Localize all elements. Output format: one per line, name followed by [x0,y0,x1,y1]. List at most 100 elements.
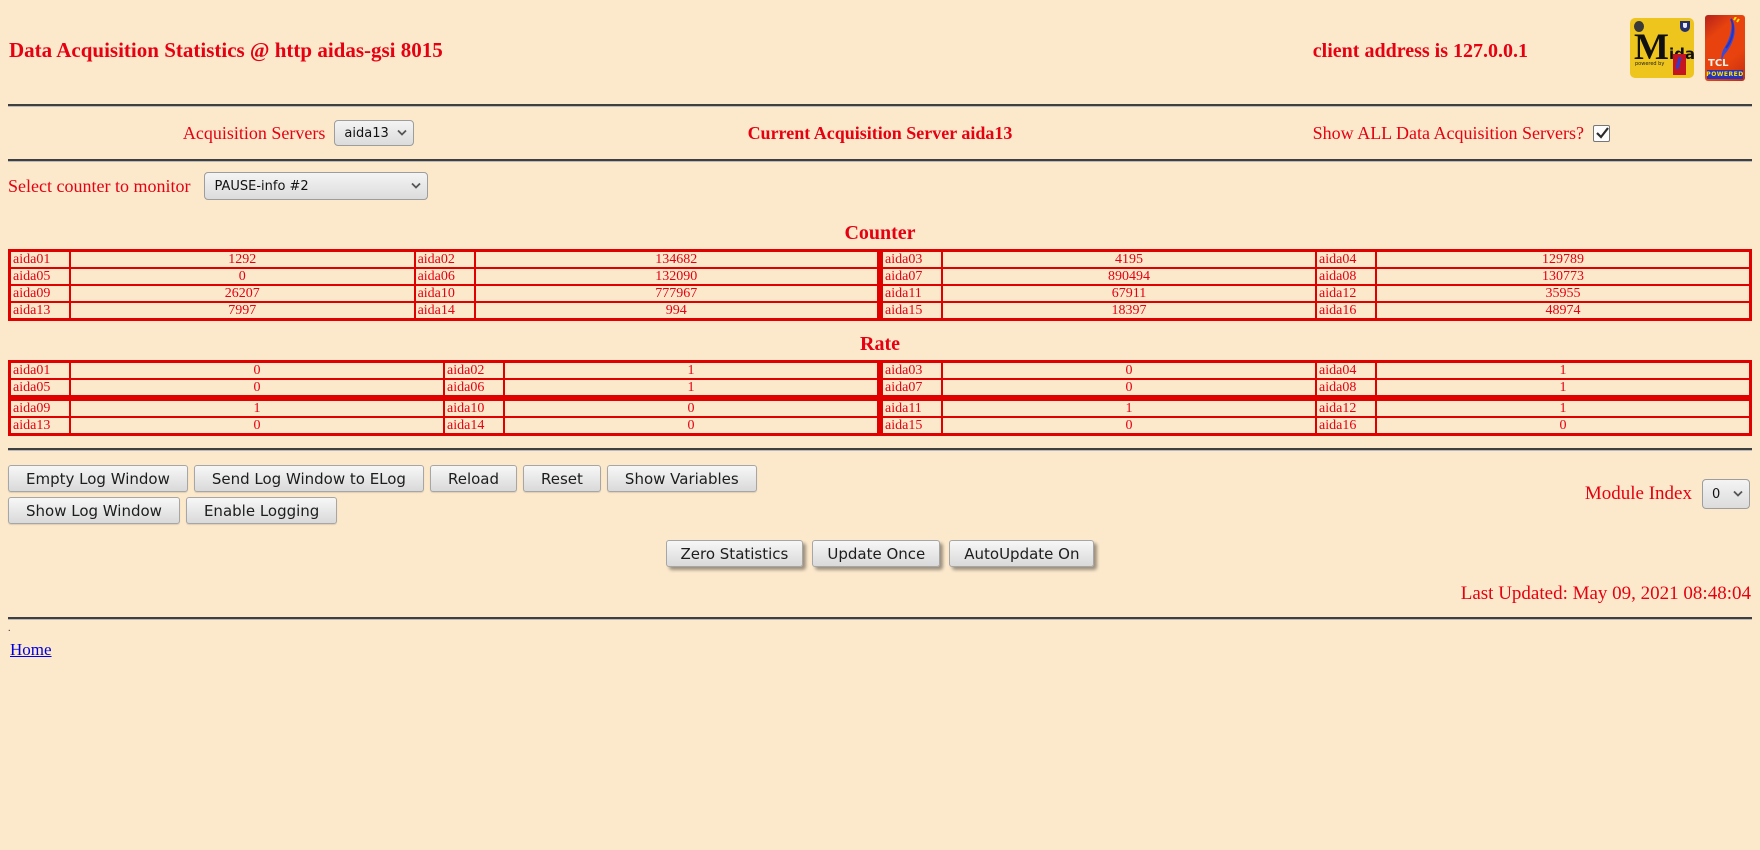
stat-label-cell: aida08 [1316,268,1376,285]
last-updated-text: Last Updated: May 09, 2021 08:48:04 [1460,583,1751,604]
stat-value-cell: 26207 [70,285,415,302]
reset-button[interactable]: Reset [523,465,601,492]
stat-label-cell: aida11 [882,400,942,417]
stat-value-cell: 777967 [474,285,878,302]
table-row: aida15 0 aida16 0 [882,417,1750,434]
stat-label-cell: aida12 [1316,400,1376,417]
stat-label-cell: aida05 [10,268,70,285]
stat-label-cell: aida06 [444,379,504,396]
tcl-powered-bar: POWERED [1706,70,1744,79]
module-index-group: Module Index 0 [1585,479,1750,509]
client-address-text: client address is 127.0.0.1 [1312,40,1528,62]
stat-value-cell: 35955 [1376,285,1750,302]
table-row: aida07 0 aida08 1 [882,379,1750,396]
stat-label-cell: aida01 [10,251,70,268]
table-divider [8,448,1752,451]
server-select-group: Acquisition Servers aida13 [8,120,589,146]
stat-label-cell: aida04 [1316,362,1376,379]
stat-value-cell: 1 [1376,400,1750,417]
empty-log-window-button[interactable]: Empty Log Window [8,465,188,492]
stat-value-cell: 1 [504,379,878,396]
zero-statistics-button[interactable]: Zero Statistics [665,540,804,567]
rate-table-top: aida01 0 aida02 1 aida05 0 aida06 1 aida03 0 aida… [8,360,1752,398]
stat-value-cell: 994 [474,302,878,319]
page-header: Data Acquisition Statistics @ http aidas… [8,8,1752,104]
stat-value-cell: 1 [942,400,1316,417]
table-row: aida09 1 aida10 0 [10,400,878,417]
rate-table-bottom-left: aida09 1 aida10 0 aida13 0 aida14 0 [8,398,880,436]
counter-section-title: Counter [844,222,916,244]
table-row: aida15 18397 aida16 48974 [882,302,1750,319]
stat-label-cell: aida02 [444,362,504,379]
tcl-powered-logo[interactable]: TCL POWERED [1705,15,1745,81]
stat-value-cell: 67911 [942,285,1316,302]
stat-value-cell: 1 [504,362,878,379]
stat-label-cell: aida15 [882,302,942,319]
table-row: aida03 4195 aida04 129789 [882,251,1750,268]
table-row: aida05 0 aida06 1 [10,379,878,396]
table-row: aida03 0 aida04 1 [882,362,1750,379]
footer-dot: . [8,623,11,634]
stat-value-cell: 0 [70,268,415,285]
table-row: aida13 0 aida14 0 [10,417,878,434]
show-variables-button[interactable]: Show Variables [606,465,757,492]
show-log-window-button[interactable]: Show Log Window [8,497,180,524]
stat-label-cell: aida16 [1316,302,1376,319]
stat-value-cell: 0 [70,362,444,379]
enable-logging-button[interactable]: Enable Logging [185,497,338,524]
counter-table: aida01 1292 aida02 134682 aida05 0 aida06 13209… [8,249,1752,321]
stat-label-cell: aida03 [882,362,942,379]
stat-label-cell: aida10 [444,400,504,417]
stat-value-cell: 0 [504,417,878,434]
counter-select-label: Select counter to monitor [8,175,191,196]
counter-table-left: aida01 1292 aida02 134682 aida05 0 aida06 13209… [8,249,880,321]
table-row: aida11 67911 aida12 35955 [882,285,1750,302]
stat-label-cell: aida07 [882,379,942,396]
home-link[interactable]: Home [10,640,52,660]
show-all-checkbox[interactable] [1592,124,1610,142]
stat-value-cell: 129789 [1376,251,1750,268]
stat-value-cell: 890494 [942,268,1316,285]
footer-divider [8,617,1752,620]
stat-label-cell: aida10 [414,285,475,302]
acquisition-servers-label: Acquisition Servers [182,122,326,143]
log-buttons-row-1: Empty Log Window Send Log Window to ELog R… [8,465,1752,492]
table-row: aida05 0 aida06 132090 [10,268,878,285]
stat-value-cell: 134682 [474,251,878,268]
stat-label-cell: aida15 [882,417,942,434]
table-row: aida07 890494 aida08 130773 [882,268,1750,285]
counter-monitor-select[interactable]: PAUSE-info #2 [204,172,429,200]
module-index-select[interactable]: 0 [1702,479,1750,509]
rate-table-bottom: aida09 1 aida10 0 aida13 0 aida14 0 aida11 1 aida… [8,398,1752,436]
table-row: aida01 0 aida02 1 [10,362,878,379]
stat-value-cell: 1292 [70,251,415,268]
page-title: Data Acquisition Statistics @ http aidas… [9,38,443,62]
counter-select-bar: Select counter to monitor PAUSE-info #2 [8,162,1752,210]
stat-value-cell: 18397 [942,302,1316,319]
send-log-window-to-elog-button[interactable]: Send Log Window to ELog [193,465,424,492]
tcl-feather-icon [1721,17,1740,62]
stat-value-cell: 0 [942,379,1316,396]
tcl-logo-text: TCL [1708,58,1729,69]
stat-label-cell: aida03 [882,251,942,268]
module-index-label: Module Index [1584,483,1692,504]
stat-label-cell: aida12 [1316,285,1376,302]
controls-section: Empty Log Window Send Log Window to ELog R… [8,465,1752,524]
log-buttons-row-2: Show Log Window Enable Logging [8,497,1752,524]
rate-section-title: Rate [860,333,900,355]
autoupdate-on-button[interactable]: AutoUpdate On [949,540,1095,567]
statistics-actions-row: Zero Statistics Update Once AutoUpdate On [8,540,1752,567]
stat-value-cell: 7997 [70,302,415,319]
midas-logo[interactable]: Midas powered by [1630,18,1694,78]
stat-value-cell: 0 [942,362,1316,379]
current-server-text: Current Acquisition Server aida13 [747,122,1013,143]
acquisition-server-select[interactable]: aida13 [334,120,415,146]
stat-value-cell: 48974 [1376,302,1750,319]
update-once-button[interactable]: Update Once [812,540,941,567]
stat-label-cell: aida02 [414,251,475,268]
stat-label-cell: aida06 [414,268,475,285]
table-row: aida13 7997 aida14 994 [10,302,878,319]
rate-table-bottom-right: aida11 1 aida12 1 aida15 0 aida16 0 [880,398,1752,436]
reload-button[interactable]: Reload [429,465,518,492]
show-all-label: Show ALL Data Acquisition Servers? [1312,122,1584,143]
